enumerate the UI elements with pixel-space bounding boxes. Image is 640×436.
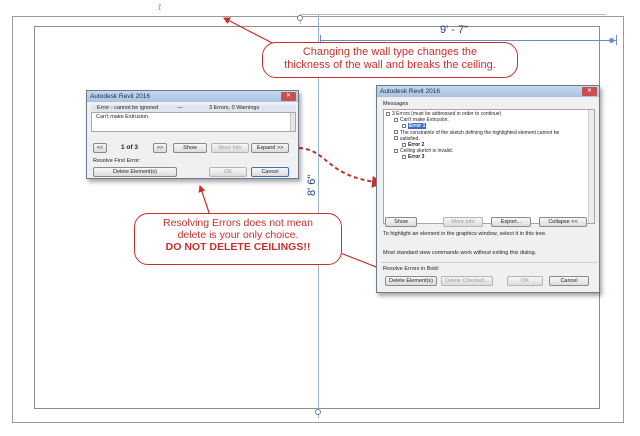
callout-line: DO NOT DELETE CEILINGS!!	[165, 241, 311, 253]
collapse-button[interactable]: Collapse <<	[539, 217, 587, 227]
error-dialog-compact: Autodesk Revit 2016 ✕ Error - cannot be …	[86, 90, 299, 179]
close-icon[interactable]: ✕	[582, 87, 597, 96]
expand-toggle-icon[interactable]	[394, 130, 398, 135]
divider	[381, 262, 597, 263]
show-button[interactable]: Show	[385, 217, 417, 227]
export-button[interactable]: Export...	[491, 217, 531, 227]
expand-button[interactable]: Expand >>	[251, 143, 289, 153]
messages-label: Messages	[383, 101, 409, 107]
delete-checked-button[interactable]: Delete Checked...	[441, 276, 493, 286]
expand-connector	[291, 146, 384, 188]
expand-toggle-icon[interactable]	[402, 142, 406, 147]
error-dialog-expanded: Autodesk Revit 2016 ✕ Messages 3 Errors …	[376, 85, 600, 293]
header-separator: —	[177, 105, 183, 111]
tree-item-label: The constraints of the sketch defining t…	[400, 129, 560, 136]
tree-item-label: Error 1	[408, 123, 427, 130]
close-icon[interactable]: ✕	[281, 92, 296, 101]
error-counter: 1 of 3	[121, 144, 138, 151]
delete-elements-button[interactable]: Delete Element(s)	[93, 167, 177, 177]
delete-elements-button[interactable]: Delete Element(s)	[385, 276, 437, 286]
tree-item[interactable]: Error 3	[386, 154, 592, 160]
dialog-title: Autodesk Revit 2016	[90, 93, 150, 100]
dialog-titlebar: Autodesk Revit 2016 ✕	[377, 86, 599, 97]
ok-button[interactable]: OK	[209, 167, 247, 177]
error-tree[interactable]: 3 Errors (must be addressed in order to …	[383, 109, 595, 224]
hint-text: To highlight an element in the graphics …	[383, 231, 547, 237]
ok-button[interactable]: OK	[507, 276, 543, 286]
more-info-button[interactable]: More Info	[211, 143, 249, 153]
prev-error-button[interactable]: <<	[93, 143, 107, 153]
hint-text: Most standard view commands work without…	[383, 250, 537, 256]
expand-toggle-icon[interactable]	[394, 148, 398, 153]
dialog-titlebar: Autodesk Revit 2016 ✕	[87, 91, 298, 102]
error-severity: Error - cannot be ignored	[97, 105, 159, 111]
more-info-button[interactable]: More Info	[443, 217, 483, 227]
tree-item-label: Error 2	[408, 142, 425, 149]
expand-toggle-icon[interactable]	[402, 155, 406, 160]
resolve-label: Resolve Errors in Bold:	[383, 266, 440, 272]
error-count: 3 Errors, 0 Warnings	[209, 105, 260, 111]
resolve-label: Resolve First Error:	[93, 158, 141, 164]
error-header: Error - cannot be ignored — 3 Errors, 0 …	[91, 105, 296, 112]
callout-wall-type: Changing the wall type changes the thick…	[262, 42, 518, 78]
expand-toggle-icon[interactable]	[394, 117, 398, 122]
callout-line: delete is your only choice.	[177, 229, 299, 241]
show-button[interactable]: Show	[173, 143, 207, 153]
tree-item-label: Ceiling sketch is invalid.	[400, 148, 454, 155]
tree-item-label: Can't make Extrusion.	[400, 117, 449, 124]
tree-item-label: Error 3	[408, 154, 425, 161]
expand-toggle-icon[interactable]	[394, 136, 398, 141]
tree-item-label: satisfied.	[400, 135, 420, 142]
cancel-button[interactable]: Cancel	[549, 276, 589, 286]
expand-toggle-icon[interactable]	[386, 111, 390, 116]
next-error-button[interactable]: >>	[153, 143, 167, 153]
dialog-title: Autodesk Revit 2016	[380, 88, 440, 95]
callout-line: Changing the wall type changes the	[302, 46, 478, 58]
expand-toggle-icon[interactable]	[402, 124, 406, 129]
tree-item-label: 3 Errors (must be addressed in order to …	[392, 111, 502, 117]
cancel-button[interactable]: Cancel	[251, 167, 289, 177]
callout-line: thickness of the wall and breaks the cei…	[284, 59, 496, 71]
error-message-box[interactable]: Can't make Extrusion.	[91, 112, 296, 132]
callout-line: Resolving Errors does not mean	[163, 217, 313, 229]
error-message: Can't make Extrusion.	[96, 114, 150, 120]
scrollbar[interactable]	[290, 113, 295, 131]
callout-resolve-errors: Resolving Errors does not mean delete is…	[134, 213, 342, 265]
